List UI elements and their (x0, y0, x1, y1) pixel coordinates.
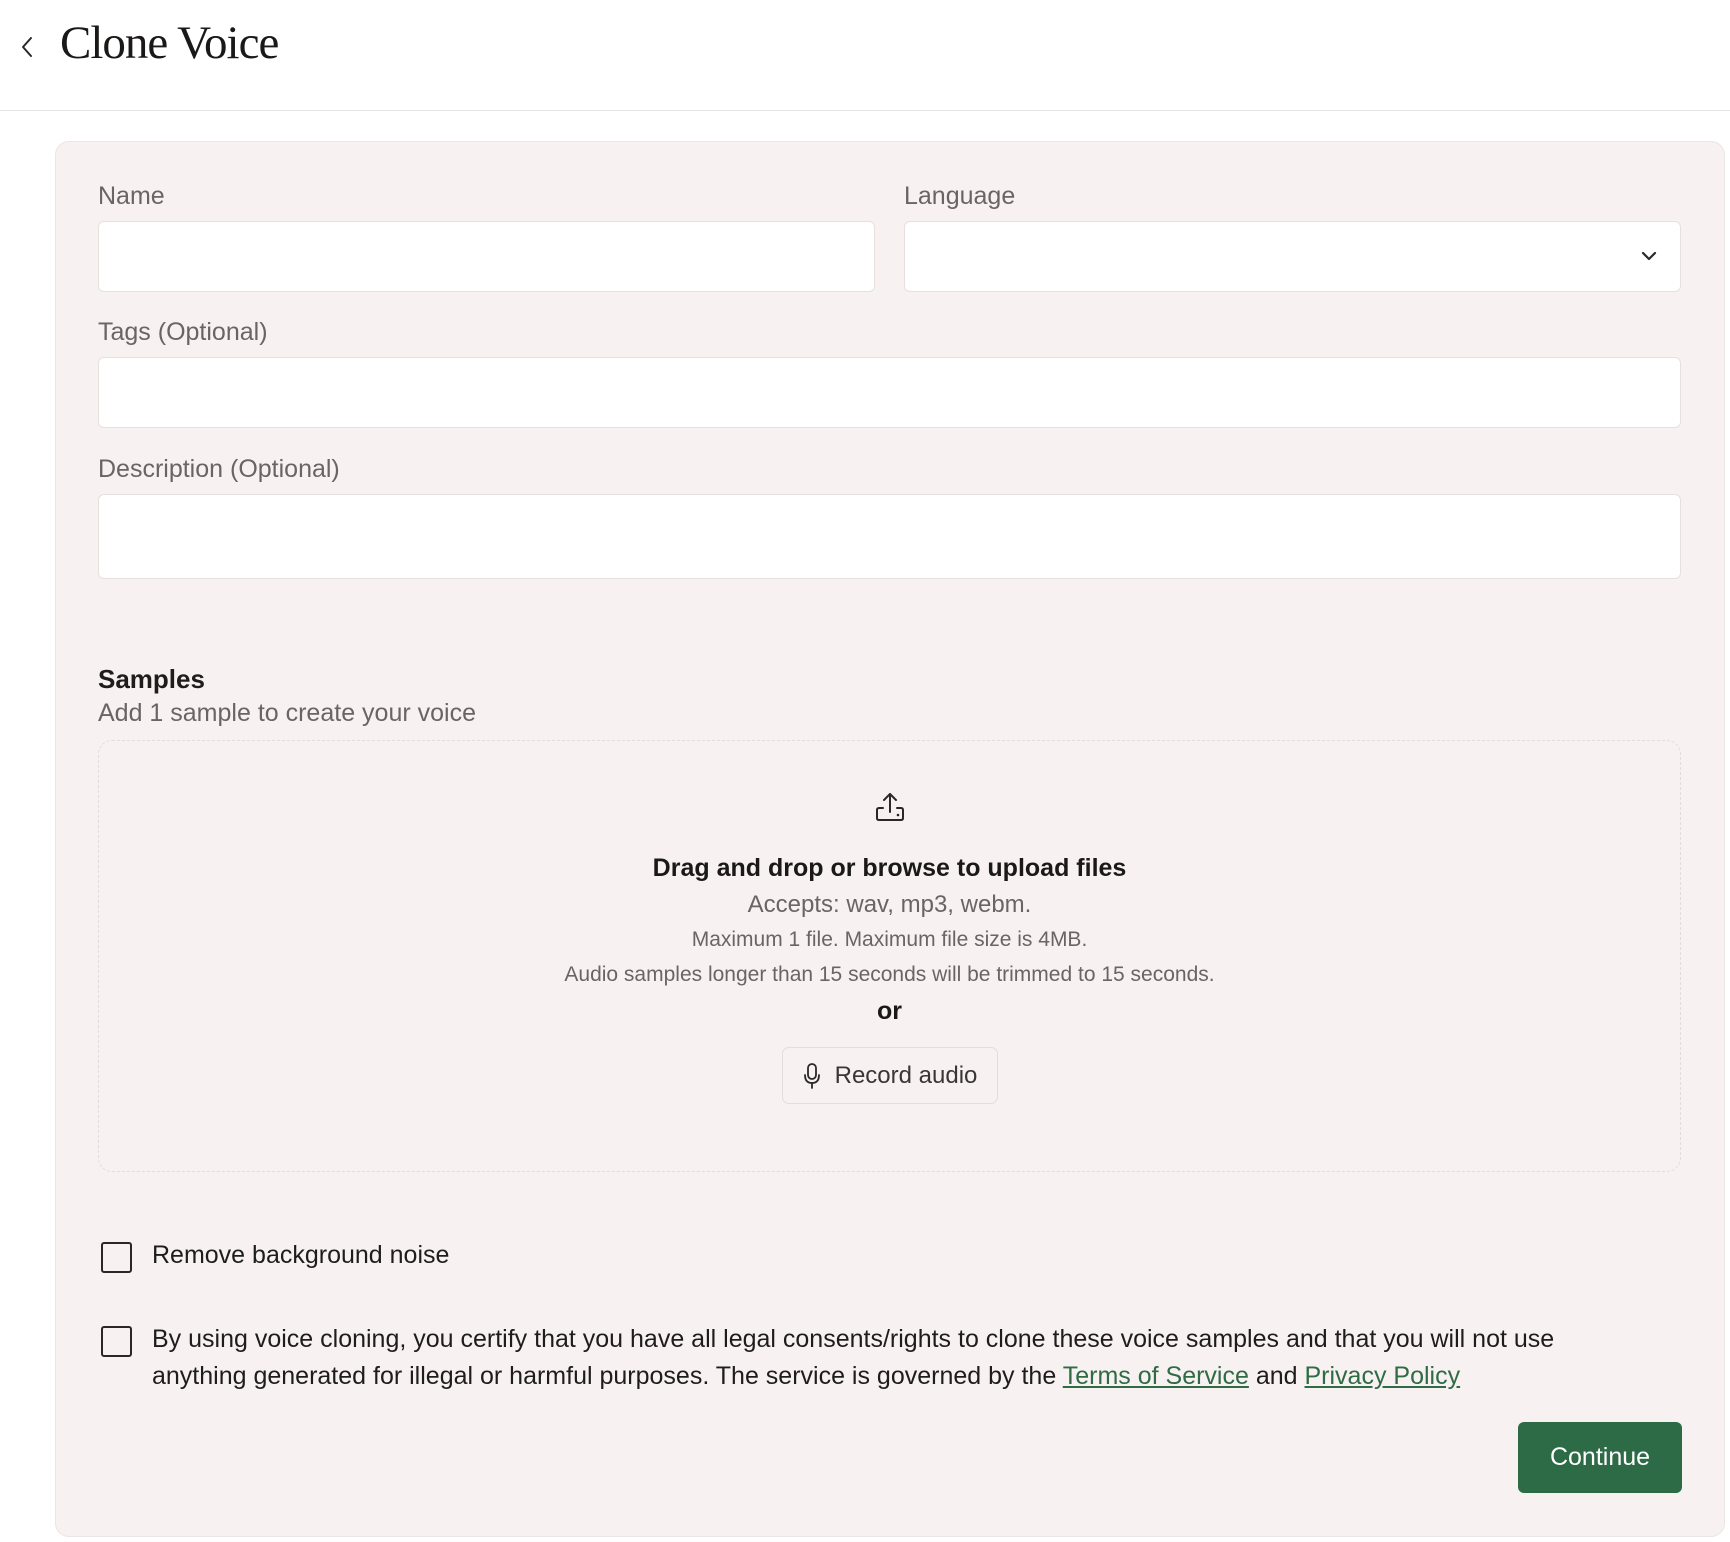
name-input[interactable] (98, 221, 875, 292)
consent-text: By using voice cloning, you certify that… (152, 1321, 1652, 1395)
tags-input[interactable] (98, 357, 1681, 428)
name-label: Name (98, 182, 165, 210)
record-audio-button[interactable]: Record audio (782, 1047, 998, 1104)
microphone-icon (803, 1062, 820, 1089)
description-label: Description (Optional) (98, 455, 340, 483)
continue-button[interactable]: Continue (1518, 1422, 1682, 1493)
record-audio-label: Record audio (834, 1061, 978, 1089)
back-button[interactable] (14, 30, 40, 64)
dropzone-max-text: Maximum 1 file. Maximum file size is 4MB… (691, 928, 1088, 951)
dropzone-main-text: Drag and drop or browse to upload files (652, 854, 1127, 882)
upload-dropzone[interactable]: Drag and drop or browse to upload files … (98, 740, 1681, 1172)
page-title: Clone Voice (60, 17, 279, 69)
terms-of-service-link[interactable]: Terms of Service (1063, 1362, 1249, 1390)
language-select[interactable] (904, 221, 1681, 292)
language-label: Language (904, 182, 1016, 210)
dropzone-trim-text: Audio samples longer than 15 seconds wil… (564, 963, 1215, 986)
upload-icon (876, 793, 904, 821)
dropzone-accepts-text: Accepts: wav, mp3, webm. (747, 891, 1032, 918)
chevron-left-icon (22, 37, 32, 57)
dropzone-or-text: or (877, 997, 902, 1025)
privacy-policy-link[interactable]: Privacy Policy (1305, 1362, 1461, 1390)
remove-noise-label: Remove background noise (152, 1241, 450, 1269)
tags-label: Tags (Optional) (98, 318, 268, 346)
chevron-down-icon (1641, 251, 1657, 261)
samples-subtitle: Add 1 sample to create your voice (98, 699, 476, 727)
clone-voice-form: Name Language Tags (Optional) Descriptio… (55, 141, 1725, 1537)
remove-noise-checkbox[interactable] (101, 1242, 132, 1273)
consent-text-and: and (1248, 1362, 1305, 1390)
samples-title: Samples (98, 664, 205, 694)
description-input[interactable] (98, 494, 1681, 579)
consent-checkbox[interactable] (101, 1326, 132, 1357)
page-header: Clone Voice (0, 0, 1730, 111)
